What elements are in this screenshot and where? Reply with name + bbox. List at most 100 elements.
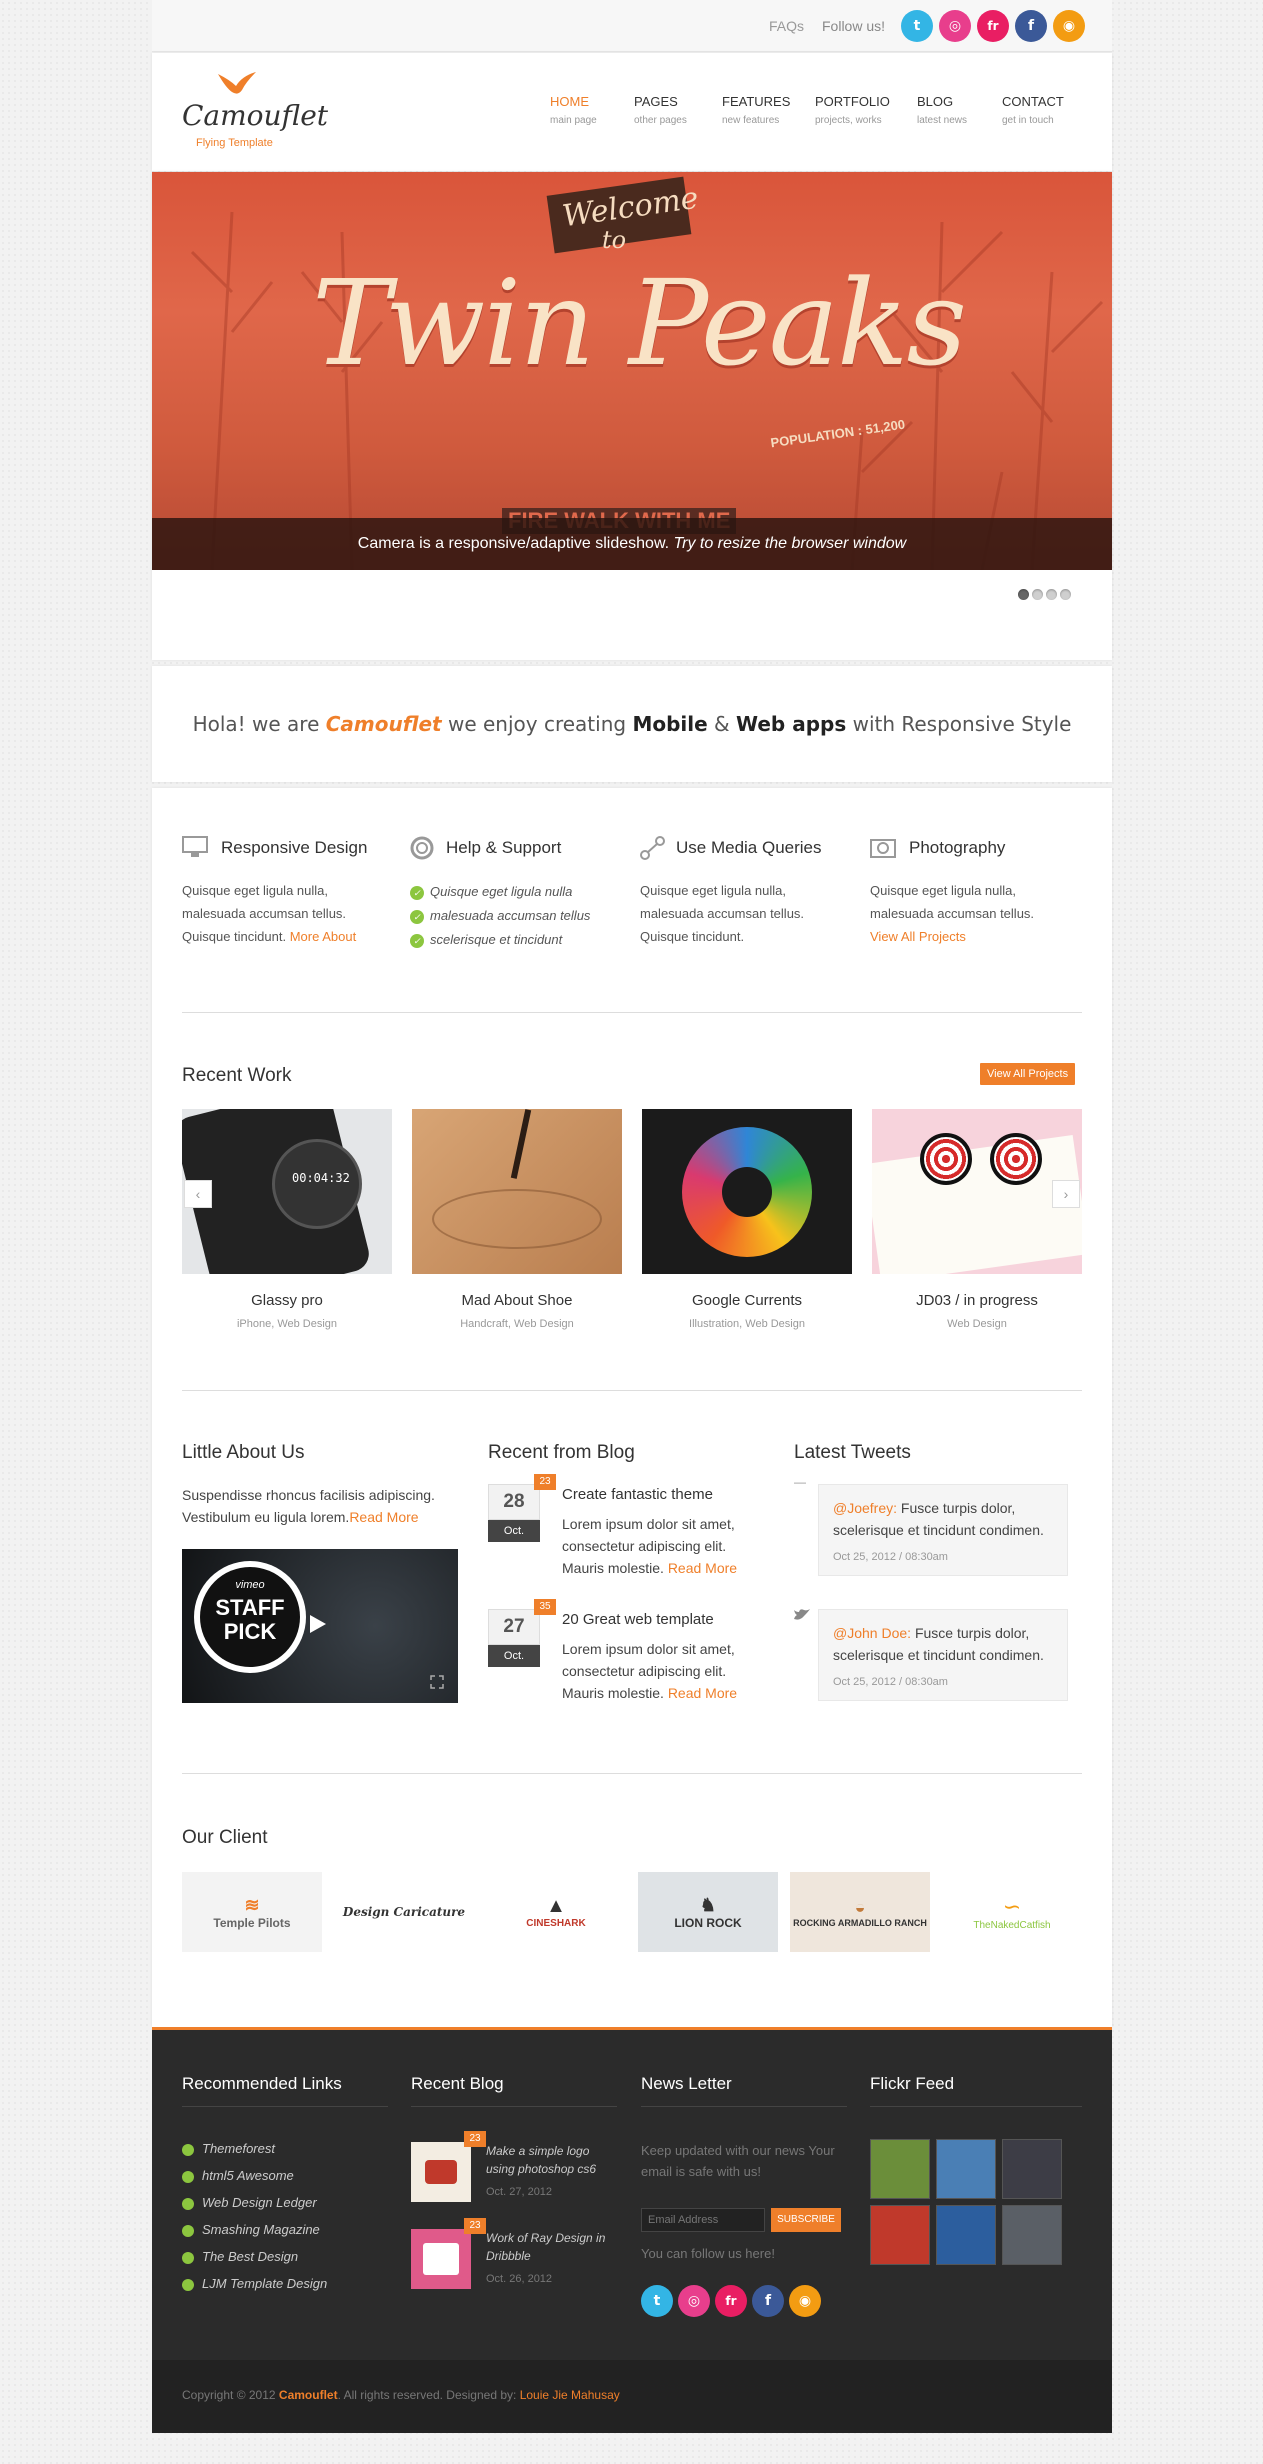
rss-icon[interactable]: ◉ (789, 2285, 821, 2317)
view-all-projects-link[interactable]: View All Projects (870, 929, 966, 944)
work-thumb-glassy[interactable]: 00:04:32 (182, 1109, 392, 1274)
footer-blog-item-date: Oct. 26, 2012 (486, 2273, 553, 2285)
about-text: Suspendisse rhoncus facilisis adipiscing… (182, 1484, 462, 1528)
blog-thumb-logo[interactable] (411, 2142, 471, 2202)
work-thumb-shoe[interactable] (412, 1109, 622, 1274)
post-title[interactable]: 20 Great web template (562, 1611, 714, 1628)
subscribe-button[interactable]: SUBSCRIBE (771, 2208, 841, 2232)
post-title[interactable]: Create fantastic theme (562, 1486, 713, 1503)
recommended-links-list: Themeforest html5 Awesome Web Design Led… (182, 2135, 327, 2297)
nav-blog[interactable]: BLOG latest news (917, 94, 967, 126)
client-logo-text: LION ROCK (674, 1915, 742, 1930)
about-read-more-link[interactable]: Read More (349, 1509, 418, 1525)
brand-logo-text[interactable]: Camouflet (182, 99, 328, 132)
flickr-icon[interactable]: fr (977, 10, 1009, 42)
more-about-link[interactable]: More About (290, 929, 357, 944)
footer-blog-item-title[interactable]: Work of Ray Design in Dribbble (486, 2229, 616, 2265)
work-title[interactable]: Glassy pro (182, 1292, 392, 1309)
work-title[interactable]: JD03 / in progress (872, 1292, 1082, 1309)
client-logo[interactable]: ∽ TheNakedCatfish (942, 1872, 1082, 1952)
copyright-brand-link[interactable]: Camouflet (279, 2388, 338, 2402)
client-logo[interactable]: ▲ CINESHARK (486, 1872, 626, 1952)
nav-features-sub: new features (722, 115, 780, 126)
work-thumb-jd03[interactable] (872, 1109, 1082, 1274)
post-read-more-link[interactable]: Read More (668, 1685, 737, 1701)
work-title[interactable]: Google Currents (642, 1292, 852, 1309)
rss-icon[interactable]: ◉ (1053, 10, 1085, 42)
client-logo[interactable]: ◒ ROCKING ARMADILLO RANCH (790, 1872, 930, 1952)
nav-features[interactable]: FEATURES new features (722, 94, 790, 126)
check-item: ✓ Quisque eget ligula nulla (410, 880, 590, 904)
footer-link[interactable]: Web Design Ledger (182, 2189, 327, 2216)
slider-dot-2[interactable] (1032, 589, 1043, 600)
flickr-photo[interactable] (870, 2205, 930, 2265)
checkmark-icon: ✓ (410, 933, 424, 948)
footer-link-text: Smashing Magazine (202, 2222, 320, 2237)
dribbble-icon[interactable]: ◎ (678, 2285, 710, 2317)
check-icon (182, 2251, 194, 2264)
intro-mobile: Mobile (632, 712, 708, 736)
work-title[interactable]: Mad About Shoe (412, 1292, 622, 1309)
footer-link[interactable]: LJM Template Design (182, 2270, 327, 2297)
flickr-photo[interactable] (1002, 2205, 1062, 2265)
slider-dot-3[interactable] (1046, 589, 1057, 600)
tweet-user-link[interactable]: @John Doe: (833, 1625, 911, 1641)
intro-tagline: Hola! we are Camouflet we enjoy creating… (152, 712, 1112, 736)
play-icon[interactable] (310, 1615, 326, 1633)
twitter-bird-icon (794, 1609, 810, 1620)
carousel-prev-arrow[interactable]: ‹ (184, 1180, 212, 1208)
flickr-icon[interactable]: fr (715, 2285, 747, 2317)
client-logo[interactable]: Design Caricature (334, 1872, 474, 1952)
slider-dot-1[interactable] (1018, 589, 1029, 600)
hero-slider[interactable]: Welcome to Twin Peaks POPULATION : 51,20… (152, 172, 1112, 570)
client-logo[interactable]: ≋ Temple Pilots (182, 1872, 322, 1952)
facebook-icon[interactable]: f (1015, 10, 1047, 42)
blog-section-title: Recent from Blog (488, 1442, 635, 1463)
nav-home[interactable]: HOME main page (550, 94, 597, 126)
client-logo-text: TheNakedCatfish (973, 1919, 1051, 1931)
footer-blog-item-title[interactable]: Make a simple logo using photoshop cs6 (486, 2142, 616, 2178)
view-all-projects-button[interactable]: View All Projects (980, 1063, 1076, 1085)
bird-logo-icon[interactable] (216, 70, 258, 98)
footer-link[interactable]: html5 Awesome (182, 2162, 327, 2189)
logo-thumb-shape (425, 2160, 457, 2184)
glasses-right-lens (990, 1133, 1042, 1185)
work-thumb-currents[interactable] (642, 1109, 852, 1274)
nav-portfolio-sub: projects, works (815, 115, 882, 126)
twitter-icon[interactable]: t (901, 10, 933, 42)
slider-dot-4[interactable] (1060, 589, 1071, 600)
carousel-next-arrow[interactable]: › (1052, 1180, 1080, 1208)
flickr-photo[interactable] (1002, 2139, 1062, 2199)
footer-link[interactable]: The Best Design (182, 2243, 327, 2270)
footer-link[interactable]: Smashing Magazine (182, 2216, 327, 2243)
intro-amp: & (714, 712, 730, 736)
footer-link[interactable]: Themeforest (182, 2135, 327, 2162)
ray-thumb-shape (423, 2243, 459, 2275)
feature-text-responsive: Quisque eget ligula nulla, malesuada acc… (182, 879, 382, 948)
nav-contact[interactable]: CONTACT get in touch (1002, 94, 1064, 126)
client-logo[interactable]: ♞ LION ROCK (638, 1872, 778, 1952)
nav-portfolio[interactable]: PORTFOLIO projects, works (815, 94, 890, 126)
nav-pages[interactable]: PAGES other pages (634, 94, 687, 126)
video-player[interactable]: vimeo STAFF PICK (182, 1549, 458, 1703)
staff-pick-badge-inner: vimeo STAFF PICK (200, 1567, 300, 1667)
dribbble-icon[interactable]: ◎ (939, 10, 971, 42)
lifebuoy-icon (410, 836, 434, 860)
flickr-photo[interactable] (936, 2205, 996, 2265)
email-input[interactable] (641, 2208, 765, 2232)
flickr-photo[interactable] (936, 2139, 996, 2199)
flickr-photo[interactable] (870, 2139, 930, 2199)
designer-link[interactable]: Louie Jie Mahusay (520, 2388, 620, 2402)
nav-home-label: HOME (550, 94, 589, 109)
calligraphy-swirl (432, 1189, 602, 1249)
post-read-more-link[interactable]: Read More (668, 1560, 737, 1576)
faqs-link[interactable]: FAQs (769, 18, 804, 34)
tweet-user-link[interactable]: @Joefrey: (833, 1500, 897, 1516)
copyright-middle: . All rights reserved. Designed by: (337, 2388, 517, 2402)
fullscreen-icon[interactable] (430, 1675, 444, 1689)
facebook-icon[interactable]: f (752, 2285, 784, 2317)
nav-blog-sub: latest news (917, 115, 968, 126)
feature-title-photography: Photography (909, 838, 1006, 857)
twitter-icon[interactable]: t (641, 2285, 673, 2317)
blog-thumb-ray[interactable] (411, 2229, 471, 2289)
